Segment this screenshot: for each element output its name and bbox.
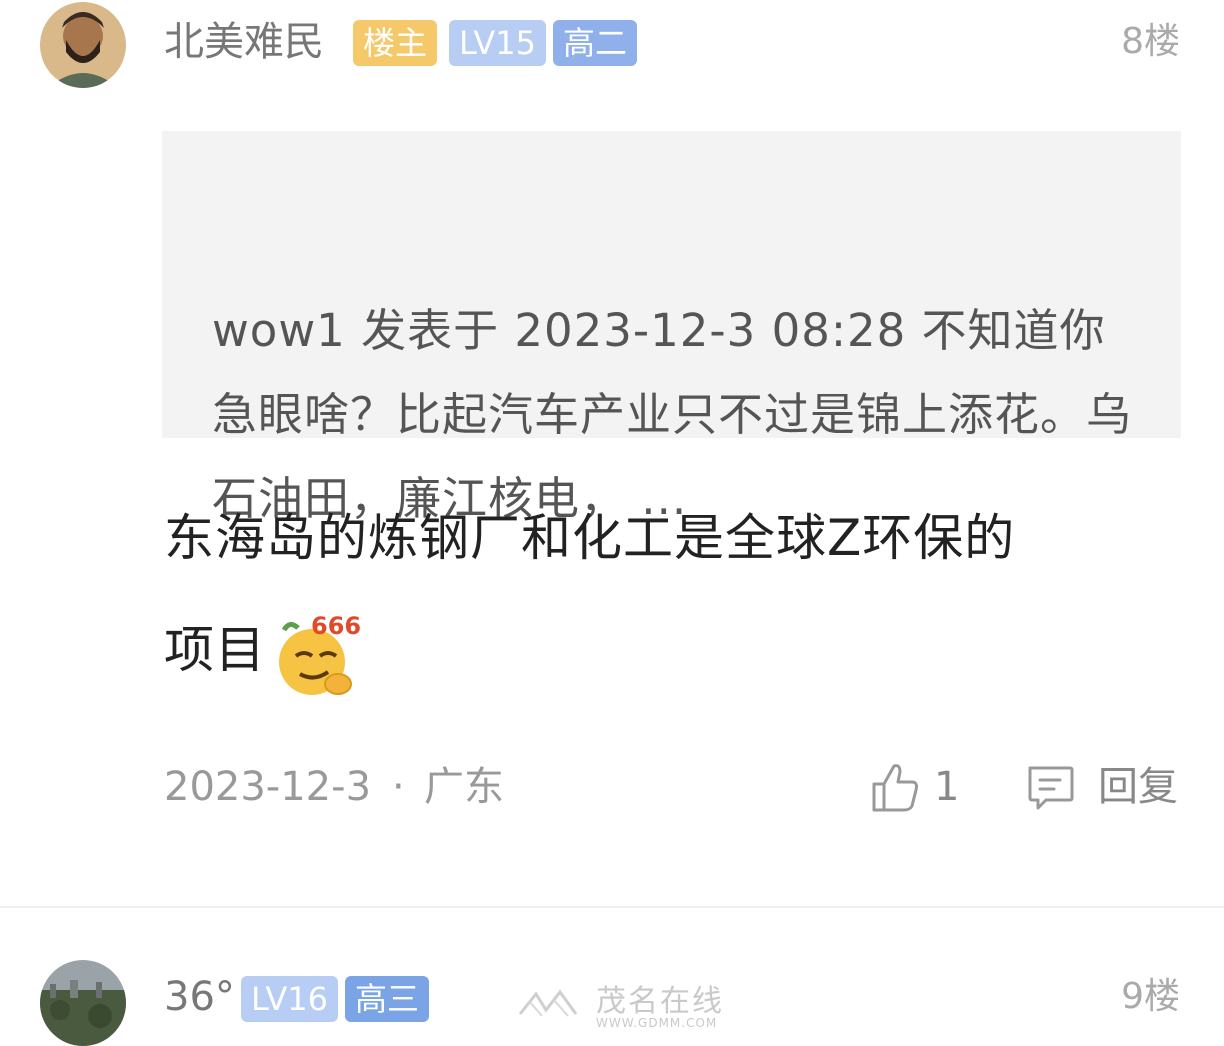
- reply-button[interactable]: 回复: [1022, 758, 1182, 818]
- floor-number: 9楼: [1121, 976, 1180, 1017]
- post-divider: [0, 906, 1224, 908]
- comment-icon: [1024, 762, 1076, 814]
- badge-level: LV15: [449, 20, 546, 66]
- username[interactable]: 北美难民: [164, 17, 324, 67]
- avatar-image: [40, 960, 126, 1046]
- post-body-line: 东海岛的炼钢厂和化工是全球Z环保的: [164, 509, 1016, 567]
- like-button[interactable]: 1: [866, 758, 966, 818]
- post-date: 2023-12-3: [164, 764, 372, 810]
- badge-grade: 高三: [345, 976, 430, 1022]
- user-avatar[interactable]: [40, 2, 126, 88]
- emoji-caption: 666: [311, 612, 362, 640]
- watermark-logo-icon: [516, 988, 586, 1018]
- reply-label: 回复: [1098, 764, 1178, 810]
- badge-op: 楼主: [353, 20, 438, 66]
- watermark-logo-text: 茂名在线: [596, 984, 724, 1019]
- floor-number: 8楼: [1121, 21, 1180, 62]
- quote-box[interactable]: wow1 发表于 2023-12-3 08:28 不知道你急眼啥？比起汽车产业只…: [162, 131, 1181, 525]
- watermark-url: WWW.GDMM.COM: [596, 1016, 718, 1030]
- like-count: 1: [934, 764, 960, 810]
- username[interactable]: 36°: [164, 972, 235, 1022]
- thumbs-up-icon: [870, 762, 920, 814]
- badge-level: LV16: [241, 976, 338, 1022]
- user-avatar[interactable]: [40, 960, 126, 1046]
- post-body-line: 项目: [164, 621, 266, 679]
- site-watermark: 茂名在线 WWW.GDMM.COM: [516, 986, 722, 1030]
- meta-separator: ·: [392, 764, 405, 810]
- avatar-image: [40, 2, 126, 88]
- post-location: 广东: [424, 764, 504, 810]
- badge-grade: 高二: [553, 20, 638, 66]
